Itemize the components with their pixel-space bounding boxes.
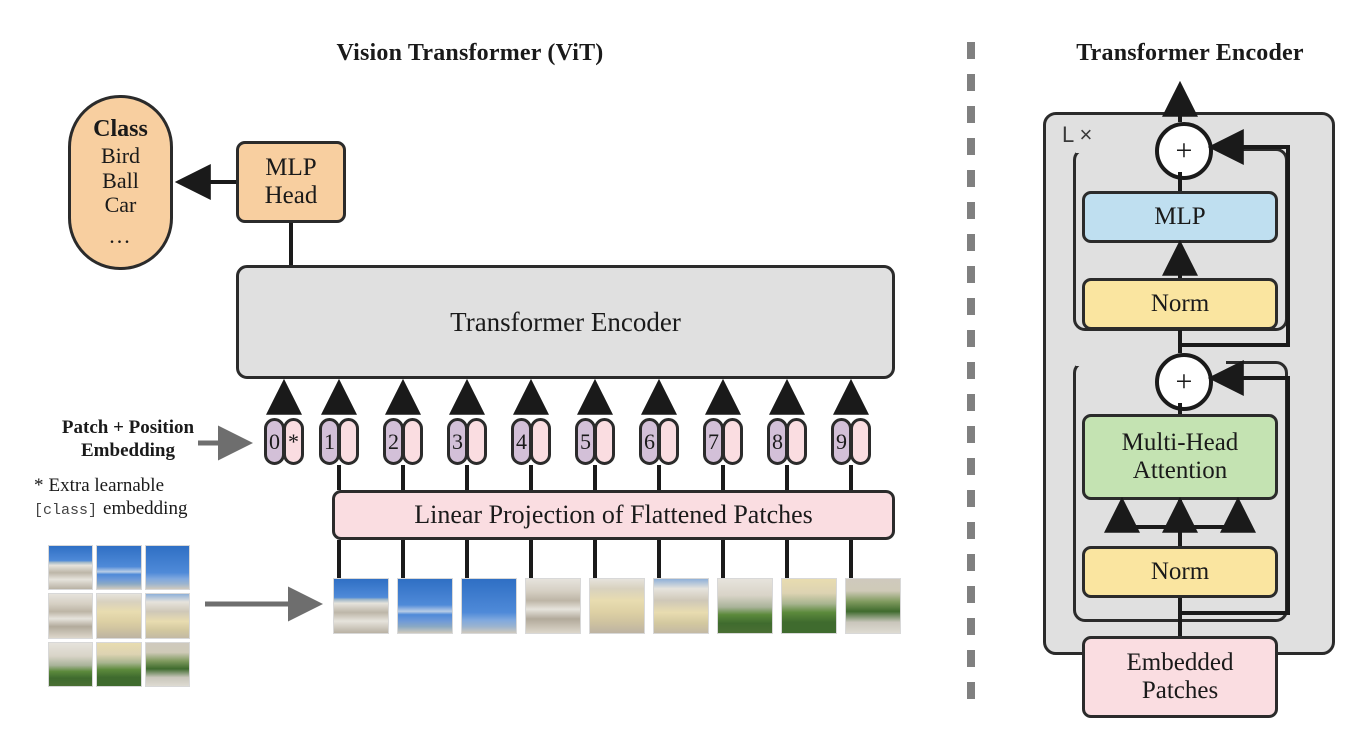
connector-arrows xyxy=(174,42,1290,700)
vit-architecture-figure: Vision Transformer (ViT) Class Bird Ball… xyxy=(0,0,1358,734)
